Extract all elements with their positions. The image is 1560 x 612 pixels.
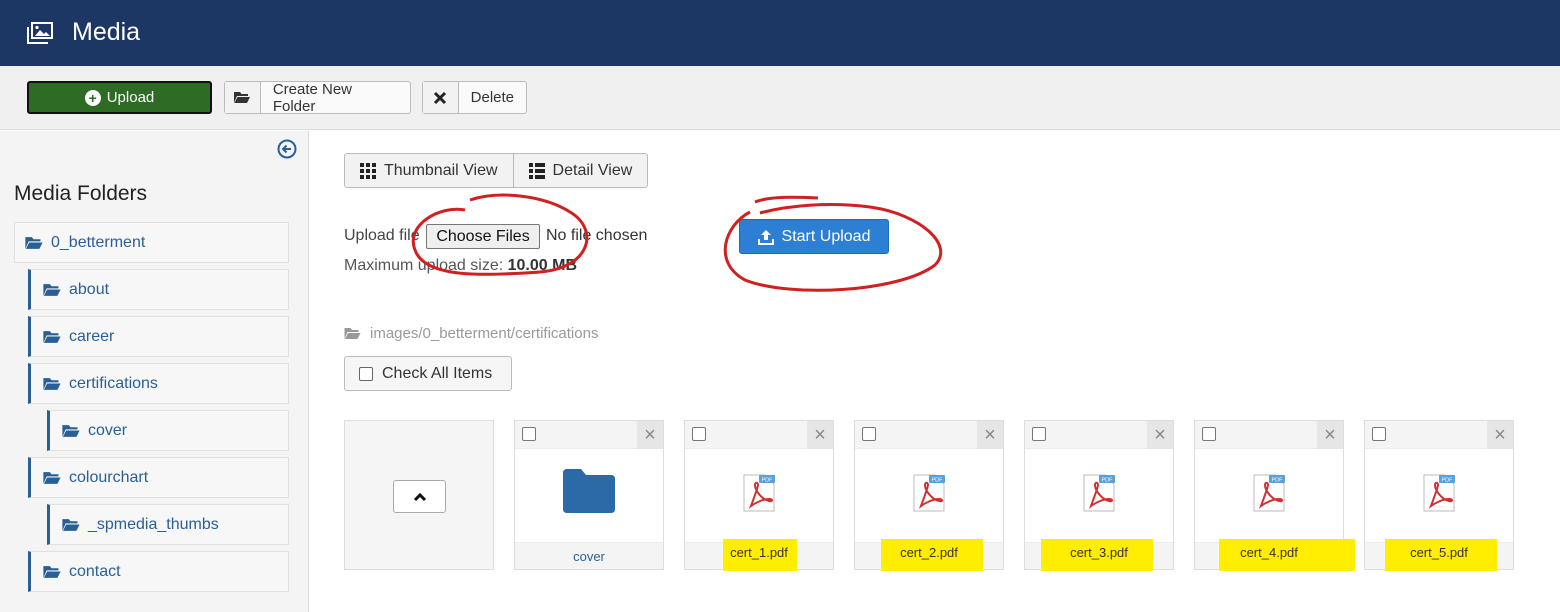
up-button[interactable]: [393, 480, 446, 513]
max-size-value: 10.00 MB: [507, 257, 577, 274]
create-folder-label: Create New Folder: [272, 80, 353, 115]
folder-label: colourchart: [69, 468, 149, 486]
close-icon[interactable]: ×: [1487, 421, 1513, 449]
tile-name: cert_1.pdf: [730, 545, 788, 560]
folder-open-icon: [62, 424, 80, 437]
toolbar: + Upload Create New Folder Delete: [0, 66, 1560, 130]
pdf-file-icon: PDF: [1083, 474, 1115, 512]
sidebar-folder-contact[interactable]: contact: [28, 551, 289, 592]
list-icon: [528, 162, 545, 179]
choose-files-button[interactable]: Choose Files: [426, 224, 540, 249]
tile-name: cert_5.pdf: [1410, 545, 1468, 560]
grid-icon: [360, 162, 376, 179]
svg-text:PDF: PDF: [932, 478, 944, 484]
folder-label: _spmedia_thumbs: [88, 515, 219, 533]
svg-text:PDF: PDF: [1102, 478, 1114, 484]
svg-text:PDF: PDF: [1442, 478, 1454, 484]
folder-icon: [563, 469, 615, 513]
folder-open-icon: [43, 283, 61, 296]
current-path: images/0_betterment/certifications: [370, 325, 599, 342]
tile-checkbox[interactable]: [1372, 427, 1386, 441]
close-icon[interactable]: ×: [637, 421, 663, 449]
page-title: Media: [72, 18, 141, 46]
folder-label: cover: [88, 421, 128, 439]
check-all-checkbox[interactable]: [359, 366, 373, 381]
close-icon[interactable]: ×: [807, 421, 833, 449]
folder-tile[interactable]: × cover: [514, 420, 664, 570]
close-icon[interactable]: ×: [1317, 421, 1343, 449]
tile-name: cert_2.pdf: [900, 545, 958, 560]
collapse-arrow-left-icon[interactable]: [277, 139, 297, 159]
file-tile[interactable]: × PDF cert_2.pdf: [854, 420, 1004, 571]
svg-text:PDF: PDF: [1272, 478, 1284, 484]
chevron-up-icon: [413, 492, 426, 501]
breadcrumb-path: images/0_betterment/certifications: [344, 325, 598, 342]
sidebar-title: Media Folders: [14, 182, 148, 205]
detail-view-label: Detail View: [552, 161, 633, 179]
thumbnail-view-label: Thumbnail View: [384, 161, 498, 179]
app-header: Media: [0, 0, 1560, 66]
start-upload-button[interactable]: Start Upload: [739, 219, 889, 254]
upload-button[interactable]: + Upload: [27, 81, 212, 114]
media-image-icon: [27, 22, 53, 44]
folder-open-icon: [62, 518, 80, 531]
tile-checkbox[interactable]: [522, 427, 536, 441]
max-size-label: Maximum upload size:: [344, 257, 504, 274]
tile-checkbox[interactable]: [1202, 427, 1216, 441]
upload-button-label: Upload: [106, 89, 155, 106]
folder-label: 0_betterment: [51, 233, 146, 251]
file-tile[interactable]: × PDF cert_1.pdf: [684, 420, 834, 571]
folder-open-icon: [225, 82, 261, 113]
create-folder-button[interactable]: Create New Folder: [224, 80, 411, 115]
sidebar-folder-spmedia-thumbs[interactable]: _spmedia_thumbs: [47, 504, 289, 545]
delete-button[interactable]: Delete: [422, 81, 527, 114]
folder-label: about: [69, 280, 110, 298]
file-tile[interactable]: × PDF cert_4.pdf: [1194, 420, 1355, 571]
pdf-file-icon: PDF: [1253, 474, 1285, 512]
file-tile[interactable]: × PDF cert_5.pdf: [1364, 420, 1514, 571]
check-all-label: Check All Items: [382, 364, 493, 382]
plus-circle-icon: +: [84, 89, 101, 106]
tile-checkbox[interactable]: [862, 427, 876, 441]
start-upload-label: Start Upload: [781, 227, 871, 245]
folder-open-icon: [25, 236, 43, 249]
sidebar-folder-cover[interactable]: cover: [47, 410, 289, 451]
tile-name: cover: [515, 542, 663, 569]
delete-label: Delete: [470, 89, 514, 106]
max-upload-size: Maximum upload size: 10.00 MB: [344, 257, 577, 275]
pdf-file-icon: PDF: [743, 474, 775, 512]
pdf-file-icon: PDF: [1423, 474, 1455, 512]
upload-file-label: Upload file: [344, 227, 420, 244]
tile-name: cert_4.pdf: [1240, 545, 1298, 560]
upload-arrow-icon: [757, 229, 774, 245]
sidebar-folder-about[interactable]: about: [28, 269, 289, 310]
folder-label: certifications: [69, 374, 158, 392]
tile-name: cert_3.pdf: [1070, 545, 1128, 560]
folder-open-icon: [344, 328, 361, 339]
close-icon[interactable]: ×: [977, 421, 1003, 449]
parent-folder-tile[interactable]: [344, 420, 494, 570]
check-all-button[interactable]: Check All Items: [344, 356, 512, 391]
detail-view-button[interactable]: Detail View: [512, 154, 648, 187]
close-icon[interactable]: ×: [1147, 421, 1173, 449]
sidebar-folder-certifications[interactable]: certifications: [28, 363, 289, 404]
close-x-icon: [423, 82, 459, 113]
folder-label: contact: [69, 562, 121, 580]
folder-open-icon: [43, 471, 61, 484]
no-file-chosen-text: No file chosen: [546, 227, 648, 244]
folder-label: career: [69, 327, 115, 345]
folder-open-icon: [43, 565, 61, 578]
view-toggle: Thumbnail View Detail View: [344, 153, 649, 188]
sidebar-folder-colourchart[interactable]: colourchart: [28, 457, 289, 498]
pdf-file-icon: PDF: [913, 474, 945, 512]
tile-checkbox[interactable]: [1032, 427, 1046, 441]
tile-checkbox[interactable]: [692, 427, 706, 441]
svg-text:PDF: PDF: [762, 478, 774, 484]
file-tile[interactable]: × PDF cert_3.pdf: [1024, 420, 1174, 571]
sidebar-folder-career[interactable]: career: [28, 316, 289, 357]
folder-open-icon: [43, 330, 61, 343]
thumbnail-view-button[interactable]: Thumbnail View: [345, 154, 513, 187]
folder-open-icon: [43, 377, 61, 390]
sidebar-folder-0-betterment[interactable]: 0_betterment: [14, 222, 289, 263]
